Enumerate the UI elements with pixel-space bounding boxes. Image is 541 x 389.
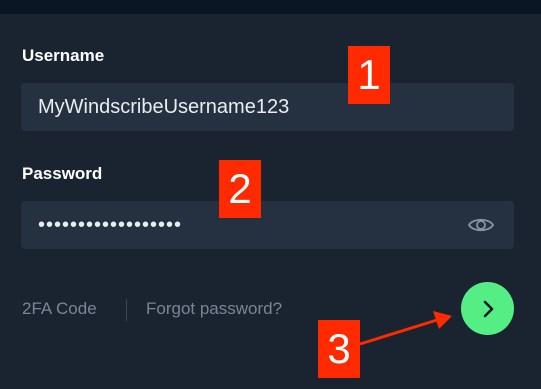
- annotation-marker-1: 1: [348, 46, 390, 104]
- annotation-marker-2: 2: [219, 160, 261, 218]
- annotation-marker-3: 3: [318, 320, 360, 378]
- annotation-arrow: [359, 311, 452, 346]
